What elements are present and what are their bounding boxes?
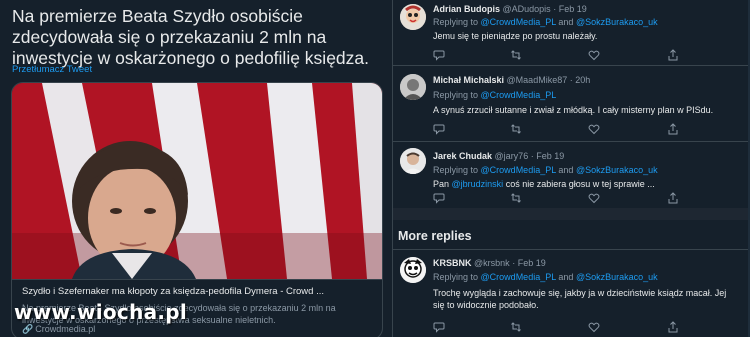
reply-time[interactable]: 20h <box>575 75 590 85</box>
replying-to-prefix: Replying to <box>433 17 479 27</box>
reply-icon[interactable] <box>433 321 447 333</box>
like-icon[interactable] <box>588 123 602 135</box>
card-domain: 🔗 Crowdmedia.pl <box>22 324 95 335</box>
reply-text: A synuś zrzucił sutanne i zwiał z młódką… <box>433 105 714 115</box>
reply-author-name[interactable]: KRSBNK <box>433 258 472 268</box>
reply-actions <box>433 321 733 333</box>
reply-actions <box>433 192 733 204</box>
reply-header: KRSBNK @krsbnk · Feb 19 <box>433 258 546 268</box>
reply-text: Trochę wygląda i zachowuje się, jakby ja… <box>433 288 727 310</box>
mention-link[interactable]: @CrowdMedia_PL <box>481 17 556 27</box>
translate-tweet-link[interactable]: Przetłumacz Tweet <box>12 64 92 75</box>
reply-text-suffix: coś nie zabiera głosu w tej sprawie ... <box>505 179 655 189</box>
reply-item[interactable]: KRSBNK @krsbnk · Feb 19 Replying to @Cro… <box>393 250 749 337</box>
card-domain-text: Crowdmedia.pl <box>35 324 96 334</box>
link-card[interactable]: Szydło i Szefernaker ma kłopoty za księd… <box>11 82 383 337</box>
like-icon[interactable] <box>588 49 602 61</box>
reply-item[interactable]: Jarek Chudak @jary76 · Feb 19 Replying t… <box>393 142 749 208</box>
replying-and: and <box>558 17 574 27</box>
reply-icon[interactable] <box>433 192 447 204</box>
like-icon[interactable] <box>588 321 602 333</box>
replying-to-prefix: Replying to <box>433 272 479 282</box>
reply-author-name[interactable]: Jarek Chudak <box>433 151 492 161</box>
reply-icon[interactable] <box>433 49 447 61</box>
reply-icon[interactable] <box>433 123 447 135</box>
replying-to: Replying to @CrowdMedia_PL and @SokzBura… <box>433 17 658 27</box>
avatar[interactable] <box>400 4 426 30</box>
separator-dot: · <box>569 75 573 85</box>
retweet-icon[interactable] <box>510 123 524 135</box>
screen: Na premierze Beata Szydło osobiście zdec… <box>0 0 750 337</box>
reply-item[interactable]: Michał Michalski @MaadMike87 · 20h Reply… <box>393 66 749 142</box>
reply-author-handle[interactable]: @MaadMike87 <box>507 75 568 85</box>
replying-to-prefix: Replying to <box>433 90 479 100</box>
reply-actions <box>433 49 733 61</box>
watermark: www.wiocha.pl <box>14 300 188 324</box>
reply-time[interactable]: Feb 19 <box>536 151 564 161</box>
separator-dot: · <box>553 4 557 14</box>
reply-author-handle[interactable]: @ADudopis <box>503 4 551 14</box>
avatar[interactable] <box>400 148 426 174</box>
reply-author-name[interactable]: Adrian Budopis <box>433 4 500 14</box>
reply-text: Jemu się te pieniądze po prostu należały… <box>433 31 598 41</box>
retweet-icon[interactable] <box>510 49 524 61</box>
replying-to: Replying to @CrowdMedia_PL and @SokzBura… <box>433 165 658 175</box>
replying-and: and <box>558 272 574 282</box>
reply-header: Michał Michalski @MaadMike87 · 20h <box>433 75 590 85</box>
card-title: Szydło i Szefernaker ma kłopoty za księd… <box>22 286 325 297</box>
mention-link[interactable]: @SokzBurakaco_uk <box>576 272 658 282</box>
reply-author-handle[interactable]: @krsbnk <box>474 258 510 268</box>
avatar[interactable] <box>400 74 426 100</box>
card-image <box>12 83 382 279</box>
reply-author-handle[interactable]: @jary76 <box>495 151 529 161</box>
retweet-icon[interactable] <box>510 321 524 333</box>
card-photo <box>12 83 382 279</box>
reply-text-prefix: Pan <box>433 179 450 189</box>
separator-dot: · <box>530 151 534 161</box>
share-icon[interactable] <box>667 321 681 333</box>
reply-time[interactable]: Feb 19 <box>518 258 546 268</box>
section-gap <box>393 208 749 220</box>
reply-actions <box>433 123 733 135</box>
retweet-icon[interactable] <box>510 192 524 204</box>
main-tweet: Na premierze Beata Szydło osobiście zdec… <box>0 0 392 337</box>
mention-link[interactable]: @jbrudzinski <box>452 179 504 189</box>
replying-to: Replying to @CrowdMedia_PL and @SokzBura… <box>433 272 658 282</box>
like-icon[interactable] <box>588 192 602 204</box>
tweet-text: Na premierze Beata Szydło osobiście zdec… <box>12 6 369 68</box>
mention-link[interactable]: @SokzBurakaco_uk <box>576 165 658 175</box>
mention-link[interactable]: @CrowdMedia_PL <box>481 165 556 175</box>
reply-item[interactable]: Adrian Budopis @ADudopis · Feb 19 Replyi… <box>393 0 749 66</box>
share-icon[interactable] <box>667 123 681 135</box>
replying-to-prefix: Replying to <box>433 165 479 175</box>
reply-header: Adrian Budopis @ADudopis · Feb 19 <box>433 4 587 14</box>
replying-and: and <box>558 165 574 175</box>
more-replies-heading[interactable]: More replies <box>398 229 472 243</box>
reply-time[interactable]: Feb 19 <box>559 4 587 14</box>
replies-column: Adrian Budopis @ADudopis · Feb 19 Replyi… <box>392 0 749 337</box>
link-icon: 🔗 <box>22 324 34 334</box>
share-icon[interactable] <box>667 49 681 61</box>
reply-text: Pan @jbrudzinski coś nie zabiera głosu w… <box>433 178 738 190</box>
mention-link[interactable]: @SokzBurakaco_uk <box>576 17 658 27</box>
replying-to: Replying to @CrowdMedia_PL <box>433 90 556 100</box>
share-icon[interactable] <box>667 192 681 204</box>
separator-dot: · <box>512 258 516 268</box>
mention-link[interactable]: @CrowdMedia_PL <box>481 90 557 100</box>
reply-author-name[interactable]: Michał Michalski <box>433 75 504 85</box>
mention-link[interactable]: @CrowdMedia_PL <box>481 272 556 282</box>
avatar[interactable] <box>400 257 426 283</box>
reply-header: Jarek Chudak @jary76 · Feb 19 <box>433 151 564 161</box>
